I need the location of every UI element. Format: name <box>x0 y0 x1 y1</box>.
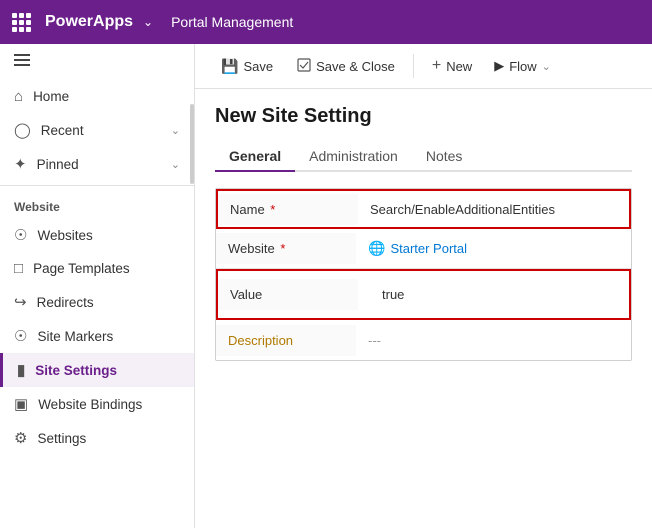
site-settings-icon: ▮ <box>17 361 25 379</box>
flow-chevron-icon: ⌄ <box>542 60 551 73</box>
sidebar-item-website-bindings[interactable]: ▣ Website Bindings <box>0 387 194 421</box>
new-plus-icon: + <box>432 57 441 75</box>
website-required: * <box>277 241 286 256</box>
form-area: New Site Setting General Administration … <box>195 89 652 528</box>
sidebar-item-recent-label: Recent <box>41 123 84 138</box>
sidebar-item-settings[interactable]: ⚙ Settings <box>0 421 194 455</box>
description-value: --- <box>356 325 631 356</box>
save-button[interactable]: 💾 Save <box>211 53 283 80</box>
form-section: Name * Search/EnableAdditionalEntities W… <box>215 188 632 361</box>
hamburger-icon <box>14 54 30 66</box>
website-field-row: Website * 🌐 Starter Portal <box>216 229 631 269</box>
sidebar-item-site-markers[interactable]: ☉ Site Markers <box>0 319 194 353</box>
description-label: Description <box>216 325 356 356</box>
sidebar-item-websites[interactable]: ☉ Websites <box>0 218 194 252</box>
waffle-menu[interactable] <box>12 13 31 32</box>
sidebar-divider <box>0 185 194 186</box>
value-input[interactable] <box>370 279 450 310</box>
page-templates-icon: □ <box>14 260 23 277</box>
content-area: 💾 Save Save & Close + New ▶ Flow <box>195 44 652 528</box>
value-label: Value <box>218 279 358 310</box>
sidebar-item-page-templates[interactable]: □ Page Templates <box>0 252 194 285</box>
save-close-icon <box>297 58 311 75</box>
redirects-icon: ↪ <box>14 293 27 311</box>
sidebar: ⌂ Home ◯ Recent ⌄ ✦ Pinned ⌄ Website ☉ W… <box>0 44 195 528</box>
sidebar-item-home-label: Home <box>33 89 69 104</box>
sidebar-item-site-settings[interactable]: ▮ Site Settings <box>0 353 194 387</box>
name-field-row: Name * Search/EnableAdditionalEntities <box>216 189 631 229</box>
page-title: New Site Setting <box>215 105 632 128</box>
toolbar: 💾 Save Save & Close + New ▶ Flow <box>195 44 652 89</box>
sidebar-scrollbar[interactable] <box>190 104 194 184</box>
website-value[interactable]: 🌐 Starter Portal <box>356 232 631 265</box>
save-close-button[interactable]: Save & Close <box>287 53 405 80</box>
sidebar-item-redirects[interactable]: ↪ Redirects <box>0 285 194 319</box>
pinned-icon: ✦ <box>14 155 27 173</box>
new-button[interactable]: + New <box>422 52 482 80</box>
website-section-label: Website <box>0 190 194 218</box>
recent-icon: ◯ <box>14 121 31 139</box>
sidebar-item-pinned-label: Pinned <box>37 157 79 172</box>
description-field-row: Description --- <box>216 320 631 360</box>
name-required: * <box>267 202 276 217</box>
sidebar-item-redirects-label: Redirects <box>37 295 94 310</box>
sidebar-toggle[interactable] <box>0 44 194 76</box>
website-bindings-icon: ▣ <box>14 395 28 413</box>
toolbar-separator <box>413 54 414 78</box>
value-field-row: Value <box>216 269 631 320</box>
flow-icon: ▶ <box>494 58 504 74</box>
sidebar-item-site-markers-label: Site Markers <box>37 329 113 344</box>
website-label: Website * <box>216 233 356 264</box>
portal-name: Portal Management <box>171 14 293 30</box>
pinned-chevron-icon: ⌄ <box>171 158 180 171</box>
sidebar-item-home[interactable]: ⌂ Home <box>0 80 194 113</box>
settings-icon: ⚙ <box>14 429 27 447</box>
sidebar-nav: ⌂ Home ◯ Recent ⌄ ✦ Pinned ⌄ Website ☉ W… <box>0 76 194 459</box>
tabs: General Administration Notes <box>215 142 632 172</box>
save-icon: 💾 <box>221 58 238 75</box>
app-chevron[interactable]: ⌄ <box>143 15 153 29</box>
sidebar-item-settings-label: Settings <box>37 431 86 446</box>
globe-icon: 🌐 <box>368 240 385 257</box>
sidebar-item-page-templates-label: Page Templates <box>33 261 130 276</box>
main-layout: ⌂ Home ◯ Recent ⌄ ✦ Pinned ⌄ Website ☉ W… <box>0 44 652 528</box>
sidebar-item-site-settings-label: Site Settings <box>35 363 117 378</box>
home-icon: ⌂ <box>14 88 23 105</box>
name-label: Name * <box>218 194 358 225</box>
sidebar-item-websites-label: Websites <box>37 228 92 243</box>
name-value: Search/EnableAdditionalEntities <box>358 194 629 225</box>
site-markers-icon: ☉ <box>14 327 27 345</box>
websites-icon: ☉ <box>14 226 27 244</box>
sidebar-item-pinned[interactable]: ✦ Pinned ⌄ <box>0 147 194 181</box>
recent-chevron-icon: ⌄ <box>171 124 180 137</box>
app-name: PowerApps <box>45 13 133 31</box>
tab-notes[interactable]: Notes <box>412 142 477 172</box>
flow-button[interactable]: ▶ Flow ⌄ <box>486 53 559 79</box>
sidebar-item-recent[interactable]: ◯ Recent ⌄ <box>0 113 194 147</box>
tab-general[interactable]: General <box>215 142 295 172</box>
sidebar-item-website-bindings-label: Website Bindings <box>38 397 142 412</box>
tab-administration[interactable]: Administration <box>295 142 412 172</box>
topbar: PowerApps ⌄ Portal Management <box>0 0 652 44</box>
value-value[interactable] <box>358 271 629 318</box>
